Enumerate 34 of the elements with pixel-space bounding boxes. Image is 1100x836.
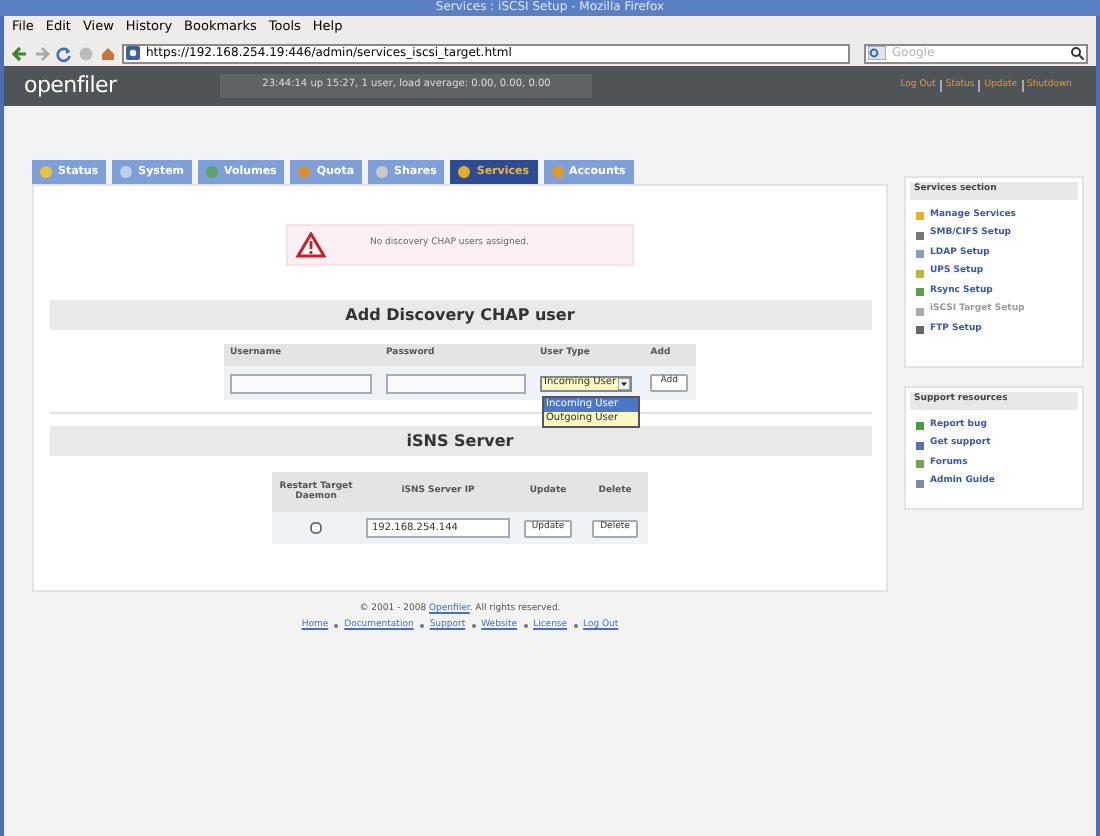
tab-icon bbox=[376, 166, 389, 178]
restart-checkbox[interactable] bbox=[310, 522, 322, 534]
back-arrow-icon bbox=[12, 45, 28, 61]
stop-icon bbox=[78, 45, 94, 61]
reload-icon bbox=[56, 45, 72, 61]
logo: openfiler bbox=[24, 69, 117, 102]
site-icon bbox=[126, 46, 140, 60]
item-icon bbox=[916, 288, 924, 296]
tab-icon bbox=[120, 166, 133, 178]
item-icon bbox=[916, 250, 924, 258]
item-icon bbox=[916, 479, 924, 487]
home-icon bbox=[100, 45, 116, 61]
tab-icon bbox=[40, 166, 52, 178]
username-field[interactable] bbox=[230, 373, 372, 393]
dropdown-arrow-icon bbox=[618, 377, 631, 389]
forward-arrow-icon bbox=[34, 45, 50, 61]
item-icon bbox=[916, 326, 924, 334]
item-icon bbox=[916, 307, 924, 315]
warning-icon bbox=[296, 232, 326, 258]
item-icon bbox=[916, 269, 924, 277]
item-icon bbox=[916, 422, 924, 430]
tab-icon bbox=[298, 166, 311, 178]
item-icon bbox=[916, 212, 924, 220]
tab-icon bbox=[551, 166, 563, 178]
item-icon bbox=[916, 231, 924, 239]
tab-icon bbox=[206, 166, 219, 178]
section-title: Add Discovery CHAP user bbox=[345, 303, 575, 327]
password-field[interactable] bbox=[385, 373, 526, 393]
tab-icon bbox=[458, 166, 471, 178]
search-icon bbox=[1070, 46, 1084, 60]
item-icon bbox=[916, 460, 924, 468]
search-engine-icon bbox=[868, 46, 886, 60]
section-title: iSNS Server bbox=[406, 429, 514, 453]
item-icon bbox=[916, 441, 924, 449]
